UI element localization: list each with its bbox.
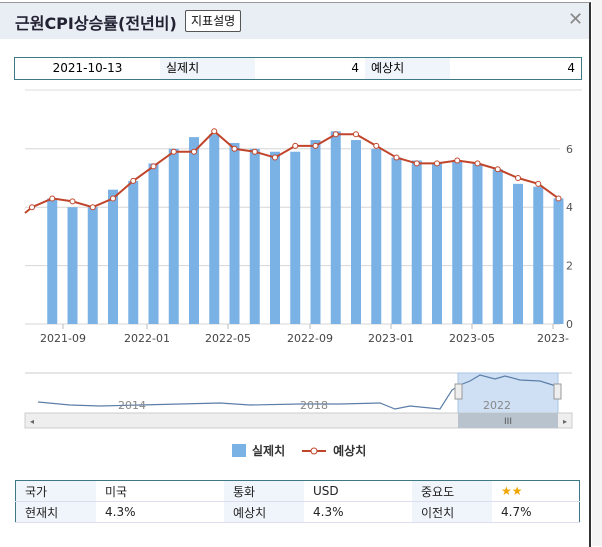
legend-forecast[interactable]: 예상치 <box>333 442 366 459</box>
forecast-point <box>393 154 400 161</box>
forecast-point <box>211 128 218 135</box>
table-row: 현재치 4.3% 예상치 4.3% 이전치 4.7% <box>15 501 580 523</box>
forecast-point <box>353 131 359 138</box>
bar <box>67 207 78 324</box>
forecast-point <box>29 204 35 211</box>
x-tick-label: 2022-09 <box>287 332 333 345</box>
legend: 실제치 예상치 <box>232 442 366 459</box>
country-value: 미국 <box>96 480 224 502</box>
bar <box>411 160 422 324</box>
y-tick-label: 6 <box>566 143 573 156</box>
currency-label: 통화 <box>224 480 304 502</box>
forecast-point <box>272 154 278 161</box>
forecast-point <box>150 163 157 170</box>
bar <box>472 163 483 324</box>
bar <box>553 198 564 324</box>
country-label: 국가 <box>15 480 96 502</box>
scroll-right-arrow-icon: ▸ <box>563 417 567 426</box>
importance-label: 중요도 <box>412 480 492 502</box>
bar <box>209 134 220 324</box>
x-tick-label: 2021-09 <box>40 332 86 345</box>
navigator-left-handle <box>454 383 463 400</box>
bar <box>513 183 523 324</box>
x-tick-label: 2023- <box>537 332 569 345</box>
forecast-point <box>332 131 339 138</box>
legend-line-marker-icon <box>302 447 327 454</box>
navigator-year-label: 2018 <box>300 399 328 412</box>
bar <box>492 169 503 324</box>
forecast-point <box>251 148 258 155</box>
bar <box>148 163 159 324</box>
chart[interactable]: 0 2 4 6 2021-09 2022-01 2022-05 2022-09 2023-01 2… <box>0 0 602 440</box>
x-tick-label: 2023-01 <box>368 332 414 345</box>
forecast-point <box>555 195 562 202</box>
bar <box>432 163 442 324</box>
navigator-right-handle <box>553 383 562 400</box>
bar <box>249 148 260 324</box>
forecast-label: 예상치 <box>224 501 304 523</box>
bar <box>351 140 361 324</box>
forecast-point <box>373 142 380 149</box>
forecast-point <box>292 142 299 149</box>
bar <box>533 186 544 324</box>
forecast-point <box>130 177 137 184</box>
previous-value: 4.7% <box>492 501 580 523</box>
bar <box>108 189 118 324</box>
navigator-year-label: 2022 <box>483 399 511 412</box>
y-tick-label: 0 <box>566 318 573 331</box>
x-tick-label: 2023-05 <box>449 332 495 345</box>
legend-actual[interactable]: 실제치 <box>252 442 285 459</box>
legend-bar-swatch <box>232 444 246 457</box>
importance-stars-icon: ★★ <box>492 480 580 502</box>
forecast-value: 4.3% <box>304 501 412 523</box>
forecast-point <box>49 195 56 202</box>
forecast-point <box>170 148 177 155</box>
forecast-point <box>535 180 542 187</box>
forecast-point <box>312 142 319 149</box>
bar <box>128 180 139 324</box>
bar <box>330 131 341 324</box>
forecast-point <box>515 175 521 181</box>
forecast-point <box>231 145 238 152</box>
bar <box>310 140 321 324</box>
current-label: 현재치 <box>15 501 96 523</box>
forecast-point <box>89 204 96 211</box>
details-table: 국가 미국 통화 USD 중요도 ★★ 현재치 4.3% 예상치 4.3% 이전… <box>15 480 580 523</box>
scroll-left-arrow-icon: ◂ <box>30 417 34 426</box>
bar <box>87 207 98 324</box>
bar <box>290 151 301 324</box>
forecast-point <box>191 148 197 155</box>
forecast-point <box>413 160 420 167</box>
previous-label: 이전치 <box>412 501 492 523</box>
forecast-point <box>474 160 481 167</box>
x-tick-label: 2022-01 <box>124 332 170 345</box>
y-tick-label: 2 <box>566 260 573 273</box>
current-value: 4.3% <box>96 501 224 523</box>
y-tick-label: 4 <box>566 201 573 214</box>
forecast-point <box>110 195 116 202</box>
bar <box>229 142 240 324</box>
currency-value: USD <box>304 480 412 502</box>
forecast-point <box>454 157 461 164</box>
table-row: 국가 미국 통화 USD 중요도 ★★ <box>15 480 580 502</box>
bar <box>47 198 58 324</box>
forecast-point <box>69 198 76 205</box>
scroll-thumb-grip: III <box>504 417 512 427</box>
navigator-year-label: 2014 <box>118 399 146 412</box>
bar <box>270 151 280 324</box>
forecast-point <box>494 166 501 173</box>
bar <box>371 148 382 324</box>
bar <box>452 160 463 324</box>
bar <box>189 137 199 324</box>
bar <box>168 148 179 324</box>
bar <box>391 157 402 324</box>
forecast-point <box>434 160 440 167</box>
x-tick-label: 2022-05 <box>205 332 251 345</box>
